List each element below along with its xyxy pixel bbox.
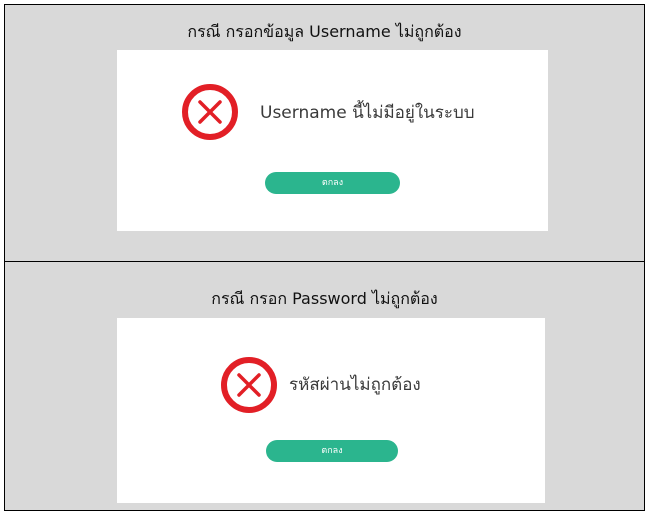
error-dialog: Username นี้ไม่มีอยู่ในระบบ ตกลง xyxy=(117,50,548,231)
case-username-invalid: กรณี กรอกข้อมูล Username ไม่ถูกต้อง User… xyxy=(5,5,644,261)
error-message: Username นี้ไม่มีอยู่ในระบบ xyxy=(260,103,475,123)
case-password-invalid: กรณี กรอก Password ไม่ถูกต้อง รหัสผ่านไม… xyxy=(5,262,644,510)
error-x-circle-icon xyxy=(182,84,238,140)
error-x-circle-icon xyxy=(221,357,277,413)
case-caption: กรณี กรอกข้อมูล Username ไม่ถูกต้อง xyxy=(187,22,462,41)
ok-button[interactable]: ตกลง xyxy=(265,172,400,194)
ok-button[interactable]: ตกลง xyxy=(266,440,398,462)
case-caption: กรณี กรอก Password ไม่ถูกต้อง xyxy=(211,289,438,308)
error-dialog: รหัสผ่านไม่ถูกต้อง ตกลง xyxy=(117,318,545,503)
document-table: กรณี กรอกข้อมูล Username ไม่ถูกต้อง User… xyxy=(4,4,645,511)
error-message: รหัสผ่านไม่ถูกต้อง xyxy=(289,375,421,395)
